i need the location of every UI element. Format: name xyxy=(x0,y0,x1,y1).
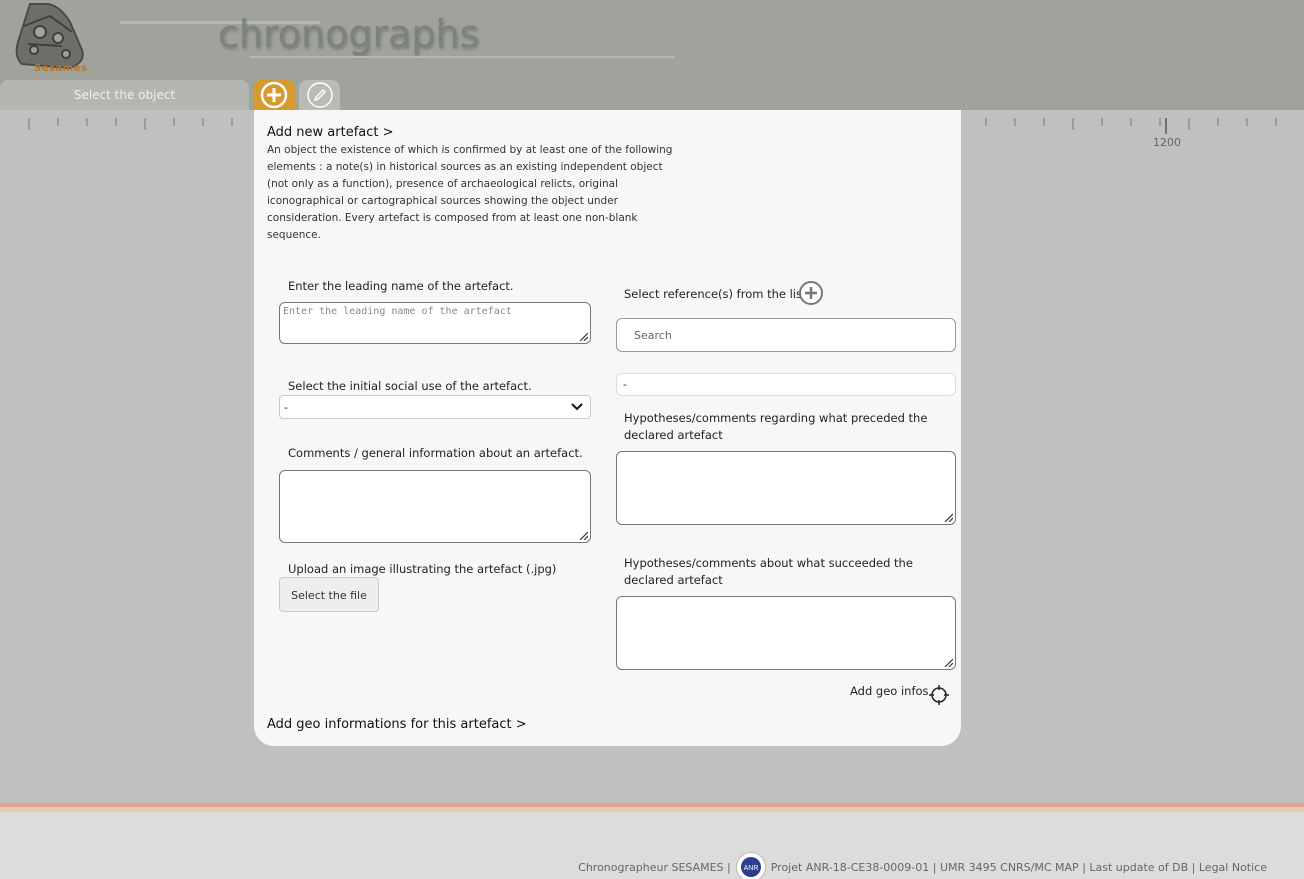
geo-section-toggle[interactable]: Add geo informations for this artefact > xyxy=(267,717,527,732)
social-use-value: - xyxy=(284,401,288,414)
succeeded-label: Hypotheses/comments about what succeeded… xyxy=(624,556,913,587)
tab-select-object[interactable]: Select the object xyxy=(0,80,249,110)
footer-chronographer: Chronographeur SESAMES | xyxy=(578,860,731,874)
ruler-label: 1200 xyxy=(1153,136,1181,149)
resize-handle-icon[interactable] xyxy=(578,331,588,341)
search-placeholder: Search xyxy=(634,329,672,342)
social-use-select[interactable]: - xyxy=(279,395,591,419)
anr-logo-text: ANR xyxy=(743,865,758,872)
panel-title[interactable]: Add new artefact > xyxy=(267,125,394,140)
tab-edit-artefact[interactable] xyxy=(299,80,340,110)
tab-add-artefact[interactable] xyxy=(253,80,295,110)
footer-info: Chronographeur SESAMES | ANR Projet ANR-… xyxy=(578,852,1267,879)
resize-handle-icon[interactable] xyxy=(943,512,953,522)
comments-textarea[interactable] xyxy=(279,470,591,543)
select-file-button[interactable]: Select the file xyxy=(279,577,379,612)
upload-label: Upload an image illustrating the artefac… xyxy=(288,562,557,576)
leading-name-placeholder: Enter the leading name of the artefact xyxy=(283,306,512,317)
add-reference-icon[interactable] xyxy=(798,280,824,306)
pencil-icon xyxy=(306,82,333,108)
footer: Chronographeur SESAMES | ANR Projet ANR-… xyxy=(0,812,1304,879)
anr-logo-mark: ANR xyxy=(740,857,761,877)
title-decor-line xyxy=(250,56,675,58)
references-label: Select reference(s) from the list. xyxy=(624,287,811,301)
anr-logo-icon[interactable]: ANR xyxy=(735,852,766,879)
preceded-textarea[interactable] xyxy=(616,451,956,525)
crosshair-icon[interactable] xyxy=(928,684,950,706)
reference-search-input[interactable]: Search xyxy=(616,318,956,352)
succeeded-textarea[interactable] xyxy=(616,596,956,670)
app-title: chronographs xyxy=(218,12,480,56)
add-icon xyxy=(260,81,288,109)
add-artefact-panel: Add new artefact > An object the existen… xyxy=(254,110,961,746)
leading-name-input[interactable]: Enter the leading name of the artefact xyxy=(279,302,591,344)
resize-handle-icon[interactable] xyxy=(943,657,953,667)
leading-name-label: Enter the leading name of the artefact. xyxy=(288,279,514,293)
social-use-label: Select the initial social use of the art… xyxy=(288,379,532,393)
logo-text: Sesames xyxy=(34,63,88,74)
add-geo-infos-link[interactable]: Add geo infos xyxy=(850,684,929,698)
panel-description: An object the existence of which is conf… xyxy=(267,144,673,241)
app-header: Sesames chronographs Select the object xyxy=(0,0,1304,110)
footer-project-links[interactable]: Projet ANR-18-CE38-0009-01 | UMR 3495 CN… xyxy=(771,861,1267,874)
footer-accent-stripe xyxy=(0,803,1304,812)
comments-label: Comments / general information about an … xyxy=(288,446,583,460)
reference-list-value: - xyxy=(623,378,627,391)
resize-handle-icon[interactable] xyxy=(578,530,588,540)
chevron-down-icon xyxy=(571,403,583,411)
preceded-label: Hypotheses/comments regarding what prece… xyxy=(624,411,928,442)
reference-list[interactable]: - xyxy=(616,373,956,396)
